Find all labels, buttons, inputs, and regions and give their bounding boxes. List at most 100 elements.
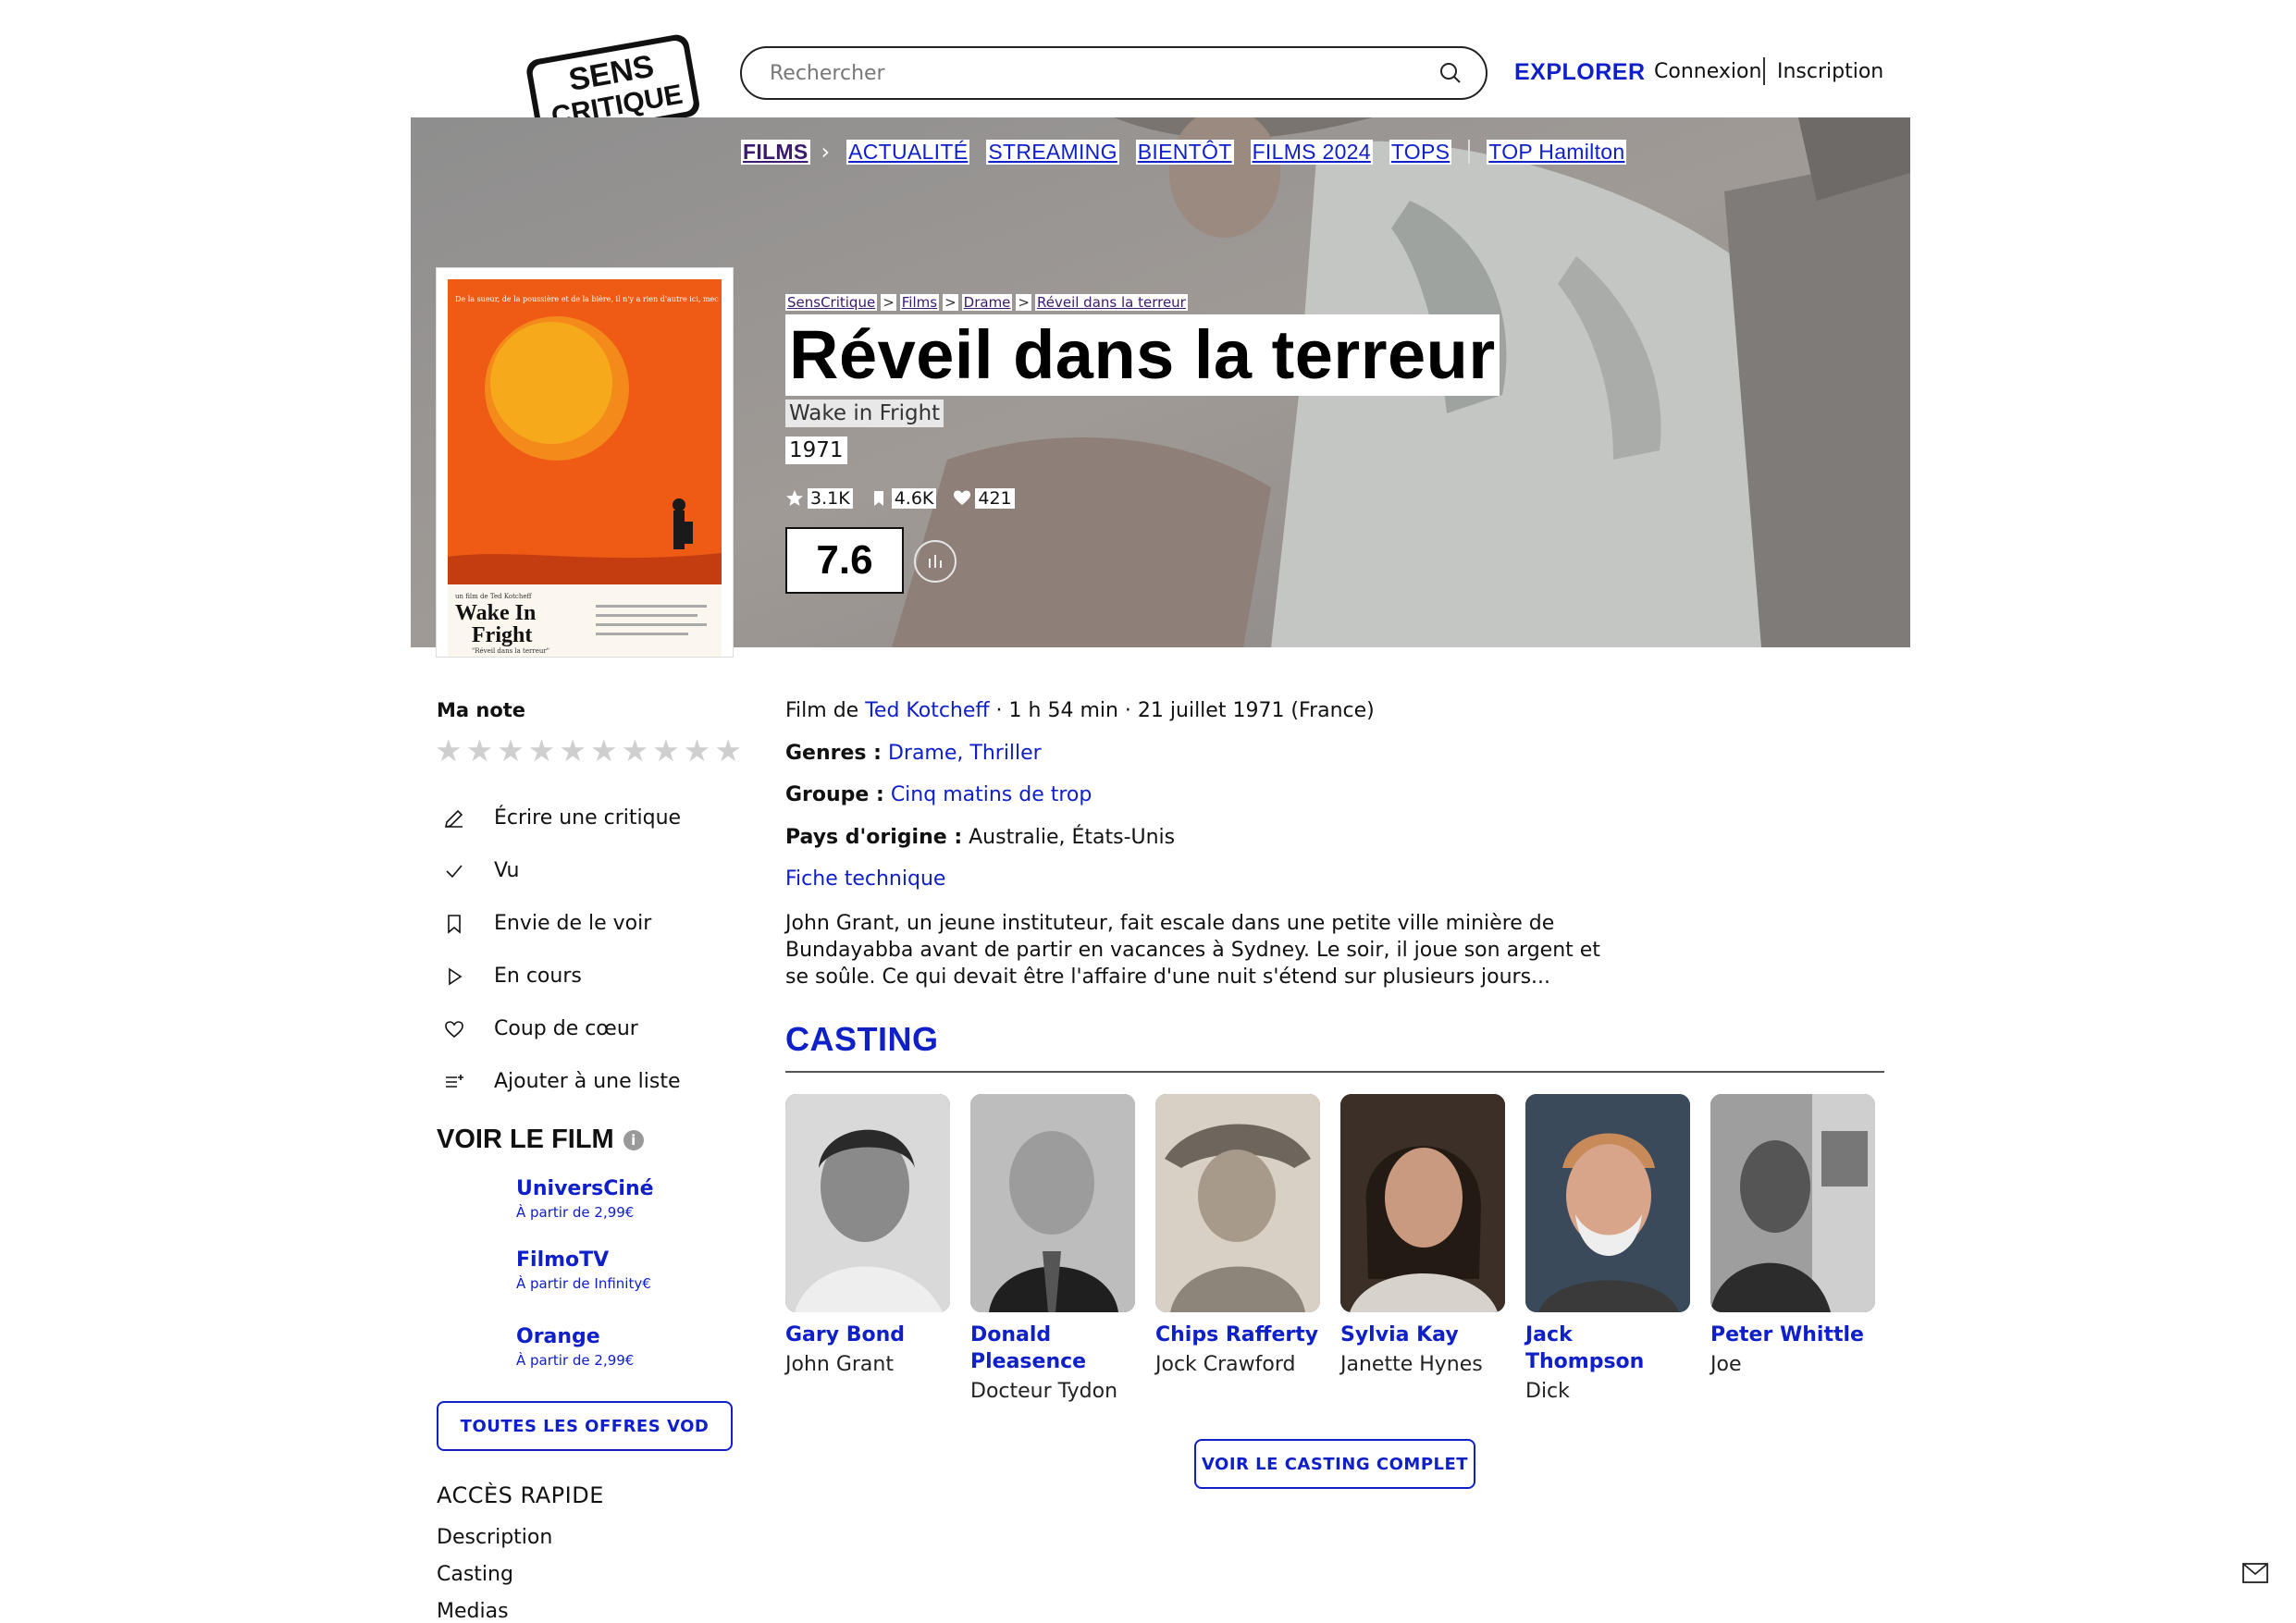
signup-link[interactable]: Inscription xyxy=(1777,60,1883,83)
search-input[interactable] xyxy=(770,61,1438,85)
action-label: Écrire une critique xyxy=(494,806,682,830)
group-link[interactable]: Cinq matins de trop xyxy=(891,783,1092,806)
subnav-top-hamilton[interactable]: TOP Hamilton xyxy=(1487,139,1627,165)
search-bar[interactable] xyxy=(740,46,1487,100)
action-label: Vu xyxy=(494,859,520,882)
watch-section-title: VOIR LE FILM i xyxy=(437,1125,644,1155)
synopsis: John Grant, un jeune instituteur, fait e… xyxy=(785,912,1600,989)
action-in-progress[interactable]: En cours xyxy=(442,950,738,1002)
actor-photo[interactable] xyxy=(1340,1094,1505,1312)
breadcrumb-current[interactable]: Réveil dans la terreur xyxy=(1034,294,1188,311)
breadcrumb-drame[interactable]: Drame xyxy=(961,294,1013,311)
explore-link[interactable]: EXPLORER xyxy=(1514,59,1646,86)
vod-offer-filmotv[interactable]: FilmoTV À partir de Infinity€ xyxy=(516,1248,651,1294)
actor-name[interactable]: Peter Whittle xyxy=(1710,1322,1877,1348)
cast-card[interactable]: Sylvia Kay Janette Hynes xyxy=(1340,1094,1507,1382)
rating-star-6[interactable]: ★ xyxy=(590,734,618,768)
heart-icon xyxy=(954,490,971,505)
rating-star-9[interactable]: ★ xyxy=(684,734,711,768)
cast-card[interactable]: Peter Whittle Joe xyxy=(1710,1094,1877,1382)
group-line: Groupe : Cinq matins de trop xyxy=(785,783,1092,806)
action-write-review[interactable]: Écrire une critique xyxy=(442,792,738,844)
vod-offer-orange[interactable]: Orange À partir de 2,99€ xyxy=(516,1324,634,1371)
breadcrumb-senscritique[interactable]: SensCritique xyxy=(785,294,878,311)
subnav-streaming[interactable]: STREAMING xyxy=(986,139,1119,165)
action-label: Envie de le voir xyxy=(494,912,652,935)
actor-photo[interactable] xyxy=(1710,1094,1875,1312)
actor-photo[interactable] xyxy=(1155,1094,1320,1312)
rating-star-10[interactable]: ★ xyxy=(714,734,742,768)
actor-name[interactable]: Gary Bond xyxy=(785,1322,952,1348)
watch-title: VOIR LE FILM xyxy=(437,1125,614,1154)
movie-stats: 3.1K 4.6K 421 xyxy=(785,488,1015,509)
vod-offer-universcine[interactable]: UniversCiné À partir de 2,99€ xyxy=(516,1176,654,1223)
vod-provider-name: Orange xyxy=(516,1325,600,1348)
play-icon xyxy=(442,965,466,989)
action-favorite[interactable]: Coup de cœur xyxy=(442,1002,738,1055)
info-icon[interactable]: i xyxy=(623,1129,644,1150)
my-rating-stars[interactable]: ★ ★ ★ ★ ★ ★ ★ ★ ★ ★ xyxy=(435,734,742,768)
film-credits-line: Film de Ted Kotcheff · 1 h 54 min · 21 j… xyxy=(785,699,1375,722)
favorites-count-value: 421 xyxy=(975,488,1015,509)
actor-photo[interactable] xyxy=(1525,1094,1690,1312)
action-add-to-list[interactable]: Ajouter à une liste xyxy=(442,1055,738,1108)
genres-links[interactable]: Drame, Thriller xyxy=(888,742,1042,765)
bookmark-icon xyxy=(873,491,883,506)
country-value: Australie, États-Unis xyxy=(969,826,1176,849)
breadcrumb-separator: > xyxy=(881,294,896,311)
cast-card[interactable]: Donald Pleasence Docteur Tydon xyxy=(970,1094,1137,1408)
rating-star-5[interactable]: ★ xyxy=(559,734,586,768)
subnav-films-2024[interactable]: FILMS 2024 xyxy=(1250,139,1373,165)
quick-link-casting[interactable]: Casting xyxy=(437,1563,513,1586)
login-link[interactable]: Connexion xyxy=(1654,60,1761,83)
actor-role: Jock Crawford xyxy=(1155,1353,1296,1376)
rating-star-8[interactable]: ★ xyxy=(652,734,680,768)
rating-star-1[interactable]: ★ xyxy=(435,734,463,768)
wishlist-count: 4.6K xyxy=(870,488,937,509)
actor-name[interactable]: Chips Rafferty xyxy=(1155,1322,1322,1348)
casting-title: CASTING xyxy=(785,1020,939,1058)
subnav-films[interactable]: FILMS xyxy=(741,139,810,165)
subnav-actualite[interactable]: ACTUALITÉ xyxy=(846,139,970,165)
rating-star-3[interactable]: ★ xyxy=(497,734,525,768)
cast-card[interactable]: Chips Rafferty Jock Crawford xyxy=(1155,1094,1322,1382)
actor-name[interactable]: Sylvia Kay xyxy=(1340,1322,1507,1348)
director-link[interactable]: Ted Kotcheff xyxy=(865,699,989,722)
rating-star-4[interactable]: ★ xyxy=(528,734,556,768)
cast-card[interactable]: Gary Bond John Grant xyxy=(785,1094,952,1382)
list-add-icon xyxy=(442,1070,466,1094)
action-wishlist[interactable]: Envie de le voir xyxy=(442,897,738,950)
all-vod-offers-button[interactable]: TOUTES LES OFFRES VOD xyxy=(437,1401,733,1451)
search-icon[interactable] xyxy=(1438,60,1463,86)
star-icon xyxy=(786,490,803,506)
wishlist-count-value: 4.6K xyxy=(891,488,937,509)
rating-star-7[interactable]: ★ xyxy=(622,734,649,768)
bar-chart-icon xyxy=(929,555,942,568)
chevron-right-icon: › xyxy=(821,139,831,165)
rating-star-2[interactable]: ★ xyxy=(466,734,494,768)
sub-navigation: FILMS › ACTUALITÉ STREAMING BIENTÔT FILM… xyxy=(741,139,1627,165)
action-seen[interactable]: Vu xyxy=(442,844,738,897)
quick-link-description[interactable]: Description xyxy=(437,1526,552,1549)
action-label: En cours xyxy=(494,965,582,988)
subnav-tops[interactable]: TOPS xyxy=(1389,139,1452,165)
header-divider xyxy=(1763,57,1765,85)
quick-link-medias[interactable]: Medias xyxy=(437,1600,509,1623)
subnav-bientot[interactable]: BIENTÔT xyxy=(1135,139,1234,165)
full-cast-button[interactable]: VOIR LE CASTING COMPLET xyxy=(1194,1439,1475,1489)
poster-tagline: De la sueur, de la poussière et de la bi… xyxy=(455,295,722,303)
film-meta: · 1 h 54 min · 21 juillet 1971 (France) xyxy=(995,699,1375,722)
actor-photo[interactable] xyxy=(970,1094,1135,1312)
movie-poster[interactable]: De la sueur, de la poussière et de la bi… xyxy=(437,268,733,657)
actor-photo[interactable] xyxy=(785,1094,950,1312)
cast-card[interactable]: Jack Thompson Dick xyxy=(1525,1094,1692,1408)
breadcrumb-films[interactable]: Films xyxy=(899,294,940,311)
country-label: Pays d'origine : xyxy=(785,826,963,849)
actor-role: Joe xyxy=(1710,1353,1742,1376)
actor-name[interactable]: Jack Thompson xyxy=(1525,1322,1692,1375)
mail-icon[interactable] xyxy=(2242,1563,2268,1583)
film-by-label: Film de xyxy=(785,699,859,722)
rating-distribution-button[interactable] xyxy=(914,540,957,583)
actor-name[interactable]: Donald Pleasence xyxy=(970,1322,1137,1375)
tech-sheet-link[interactable]: Fiche technique xyxy=(785,867,945,891)
